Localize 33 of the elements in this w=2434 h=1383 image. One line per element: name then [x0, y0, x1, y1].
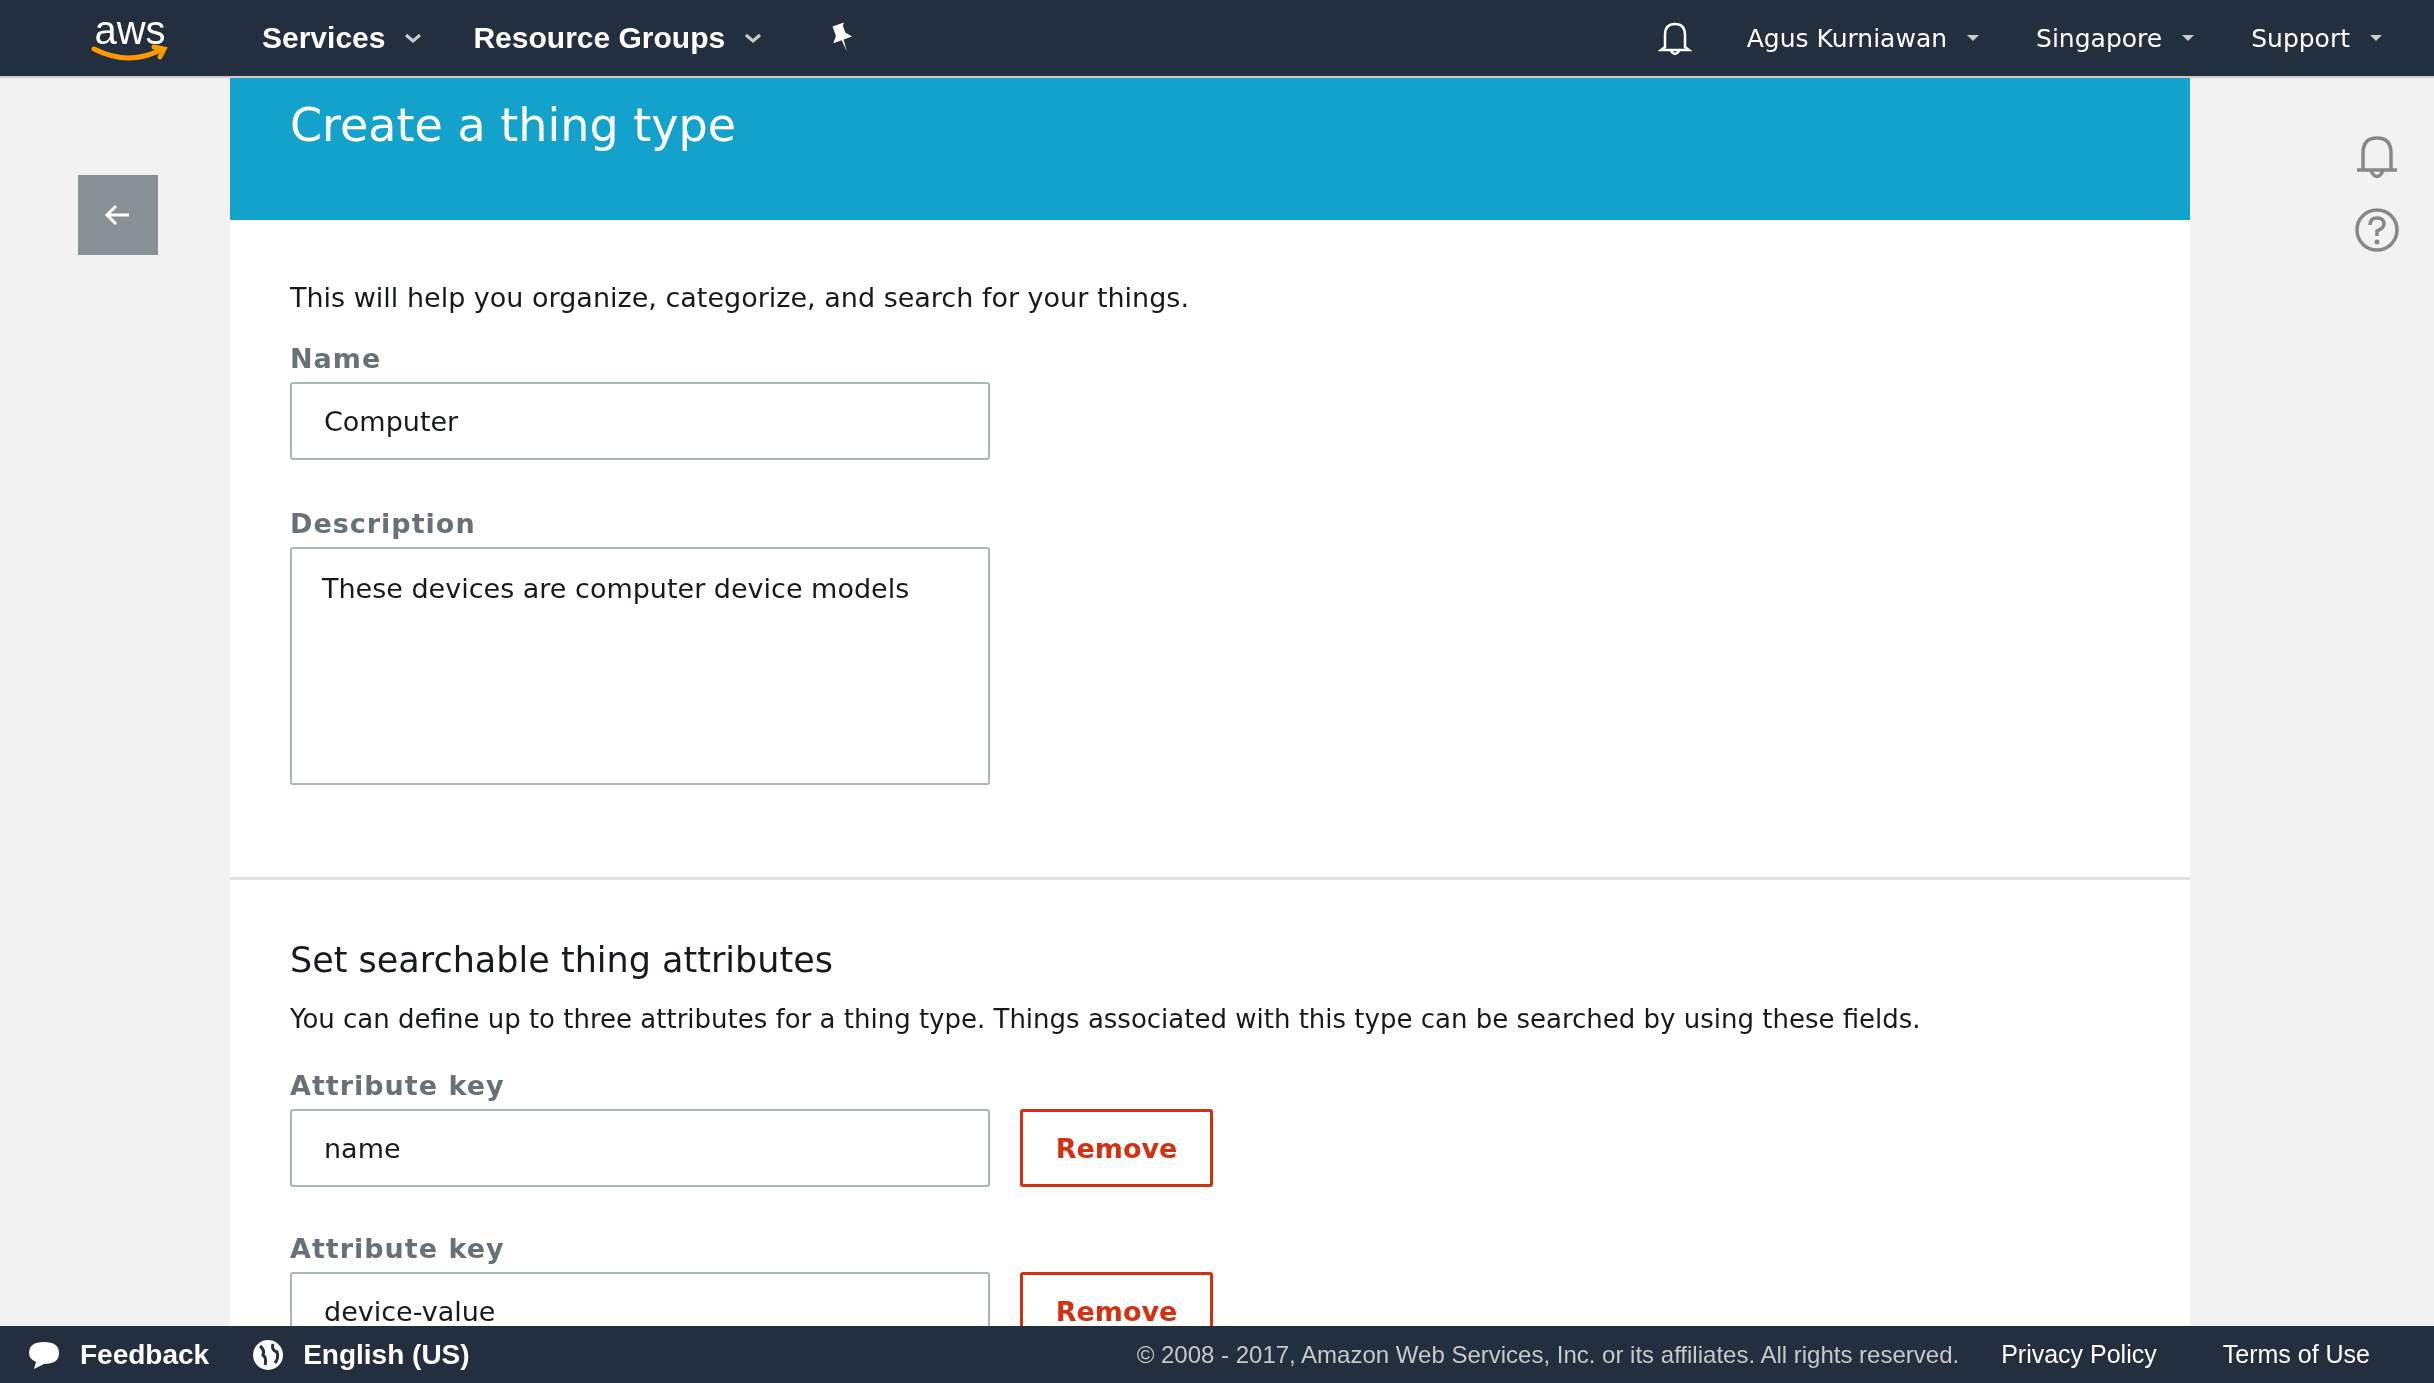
- footer-link[interactable]: Privacy Policy: [2001, 1340, 2157, 1369]
- footer-link[interactable]: Terms of Use: [2222, 1340, 2370, 1369]
- caret-down-icon: [1965, 33, 1982, 43]
- text-field[interactable]: device-value: [290, 1272, 990, 1326]
- caret-down-icon: [2368, 33, 2384, 43]
- chevron-down-icon: [743, 32, 764, 44]
- chevron-down-icon: [403, 32, 424, 44]
- feedback-link[interactable]: Feedback: [80, 1338, 210, 1371]
- caret-down-icon: [2180, 33, 2197, 43]
- field-label: Description: [290, 508, 476, 539]
- text-field[interactable]: Computer: [290, 382, 990, 460]
- field-label: Attribute key: [290, 1070, 506, 1101]
- nav-menu[interactable]: Support: [2251, 23, 2384, 53]
- nav-menu[interactable]: Resource Groups: [473, 21, 764, 55]
- back-button[interactable]: [78, 175, 158, 255]
- remove-button[interactable]: Remove: [1020, 1272, 1213, 1326]
- text-field[interactable]: name: [290, 1109, 990, 1187]
- section-heading: Set searchable thing attributes: [290, 940, 833, 980]
- field-label: Attribute key: [290, 1233, 506, 1264]
- help-icon[interactable]: [2354, 207, 2400, 253]
- intro-text: This will help you organize, categorize, and search for your things.: [290, 282, 1189, 313]
- globe-icon: [251, 1337, 286, 1372]
- text-area[interactable]: These devices are computer device models: [290, 547, 990, 785]
- nav-menu[interactable]: Singapore: [2036, 23, 2197, 53]
- language-selector[interactable]: English (US): [303, 1338, 470, 1371]
- nav-menu[interactable]: Services: [262, 21, 424, 55]
- field-label: Name: [290, 343, 382, 374]
- aws-logo[interactable]: aws: [88, 13, 172, 63]
- copyright-text: © 2008 - 2017, Amazon Web Services, Inc. or its affiliates. All rights reserved.: [1136, 1340, 1960, 1369]
- page-title: Create a thing type: [290, 98, 737, 152]
- remove-button[interactable]: Remove: [1020, 1109, 1213, 1187]
- nav-menu[interactable]: Agus Kurniawan: [1746, 23, 1982, 53]
- section-description: You can define up to three attributes for a thing type. Things associated with this type can be searched by using these fields.: [290, 1004, 1921, 1034]
